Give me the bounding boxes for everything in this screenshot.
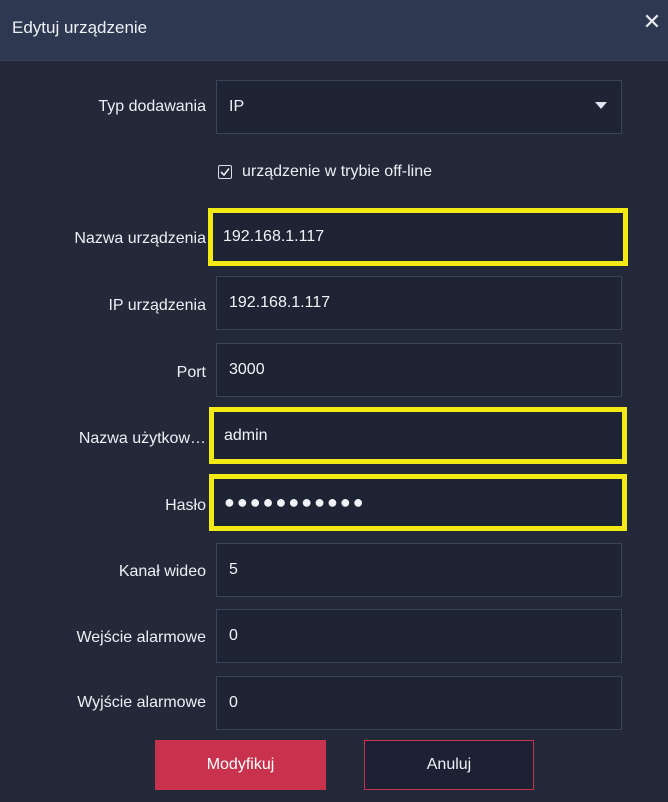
cancel-button[interactable]: Anuluj (364, 740, 534, 790)
alarm-output-field[interactable]: 0 (216, 676, 622, 730)
add-type-value: IP (229, 98, 245, 115)
add-type-label: Typ dodawania (98, 98, 206, 115)
username-input[interactable]: admin (209, 407, 627, 464)
alarm-input-label: Wejście alarmowe (76, 629, 206, 646)
port-label: Port (176, 364, 206, 381)
device-name-input[interactable]: 192.168.1.117 (208, 208, 628, 266)
modify-button[interactable]: Modyfikuj (155, 740, 326, 790)
chevron-down-icon (595, 102, 607, 109)
offline-checkbox-label: urządzenie w trybie off-line (242, 163, 433, 180)
close-icon[interactable]: ✕ (640, 10, 664, 34)
port-input[interactable]: 3000 (216, 343, 622, 397)
video-channel-value: 5 (229, 561, 238, 578)
password-value: ●●●●●●●●●●● (224, 492, 366, 512)
video-channel-input[interactable]: 5 (216, 543, 622, 597)
device-ip-value: 192.168.1.117 (229, 294, 331, 311)
device-ip-input[interactable]: 192.168.1.117 (216, 276, 622, 330)
username-value: admin (224, 426, 268, 444)
checkbox-icon[interactable] (218, 165, 232, 179)
alarm-output-value: 0 (229, 694, 238, 711)
dialog-titlebar: Edytuj urządzenie ✕ (0, 0, 668, 61)
video-channel-label: Kanał wideo (118, 563, 206, 580)
port-value: 3000 (229, 361, 265, 378)
dialog-title: Edytuj urządzenie (12, 18, 148, 37)
alarm-input-field[interactable]: 0 (216, 609, 622, 663)
add-type-select[interactable]: IP (216, 80, 622, 134)
password-input[interactable]: ●●●●●●●●●●● (209, 474, 627, 531)
device-ip-label: IP urządzenia (108, 297, 206, 314)
alarm-output-label: Wyjście alarmowe (77, 694, 206, 711)
offline-checkbox-row[interactable]: urządzenie w trybie off-line (218, 160, 432, 184)
alarm-input-value: 0 (229, 627, 238, 644)
username-label: Nazwa użytkow… (78, 430, 206, 447)
device-name-value: 192.168.1.117 (223, 228, 325, 245)
device-name-label: Nazwa urządzenia (74, 230, 206, 247)
password-label: Hasło (165, 497, 206, 514)
